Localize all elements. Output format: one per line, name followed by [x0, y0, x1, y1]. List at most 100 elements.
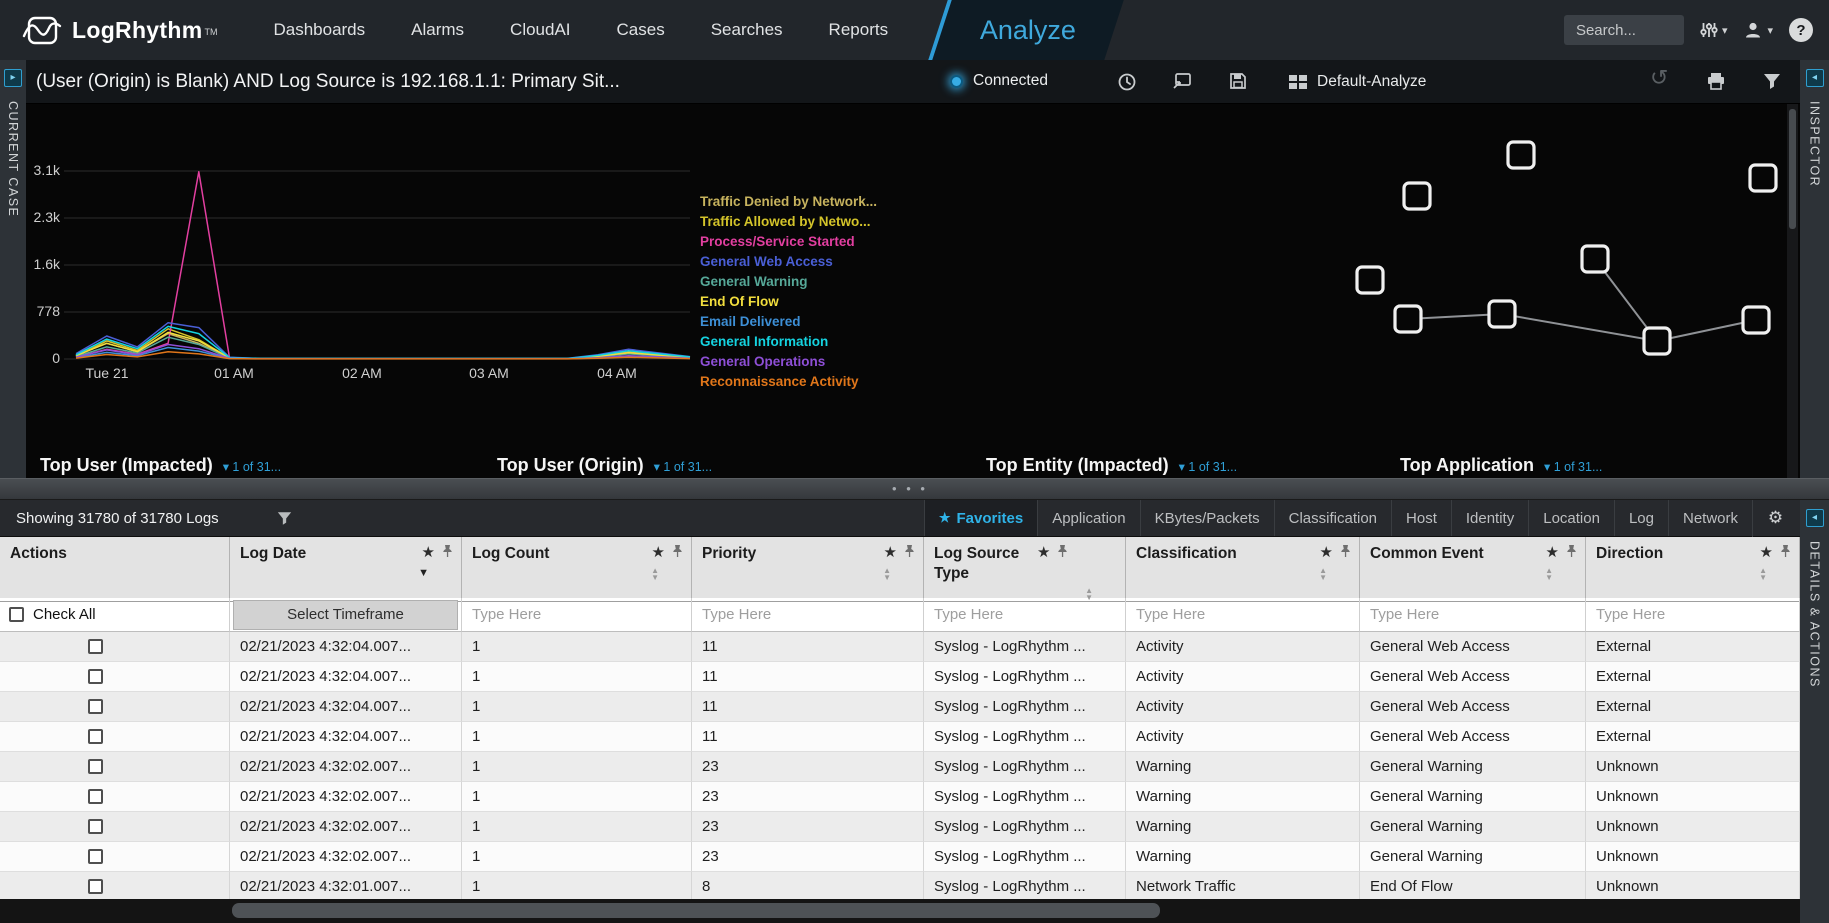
- log-table-row[interactable]: 02/21/2023 4:32:02.007...123Syslog - Log…: [0, 752, 1800, 782]
- favorite-column-icon[interactable]: ★: [1546, 545, 1559, 560]
- row-checkbox[interactable]: [88, 879, 103, 894]
- pin-column-icon[interactable]: [1780, 544, 1791, 558]
- row-checkbox[interactable]: [88, 729, 103, 744]
- log-table-row[interactable]: 02/21/2023 4:32:01.007...18Syslog - LogR…: [0, 872, 1800, 902]
- favorite-column-icon[interactable]: ★: [1320, 545, 1333, 560]
- log-table-row[interactable]: 02/21/2023 4:32:04.007...111Syslog - Log…: [0, 632, 1800, 662]
- nav-item-alarms[interactable]: Alarms: [411, 20, 464, 40]
- filter-log-source-type-input[interactable]: [927, 602, 1122, 628]
- expand-inspector-button[interactable]: ◂: [1806, 69, 1824, 87]
- favorite-column-icon[interactable]: ★: [1760, 545, 1773, 560]
- log-tab-network[interactable]: Network: [1668, 500, 1752, 536]
- legend-item-general-web-access[interactable]: General Web Access: [700, 252, 940, 272]
- row-checkbox[interactable]: [88, 819, 103, 834]
- log-table-row[interactable]: 02/21/2023 4:32:04.007...111Syslog - Log…: [0, 722, 1800, 752]
- row-checkbox[interactable]: [88, 699, 103, 714]
- row-checkbox[interactable]: [88, 639, 103, 654]
- global-search-input[interactable]: [1564, 15, 1684, 45]
- column-header-log-count[interactable]: Log Count★▲▼: [462, 537, 692, 602]
- column-header-direction[interactable]: Direction★▲▼: [1586, 537, 1800, 602]
- log-tab-kbytes-packets[interactable]: KBytes/Packets: [1140, 500, 1274, 536]
- column-header-common-event[interactable]: Common Event★▲▼: [1360, 537, 1586, 602]
- column-header-classification[interactable]: Classification★▲▼: [1126, 537, 1360, 602]
- legend-item-general-operations[interactable]: General Operations: [700, 352, 940, 372]
- display-options-button[interactable]: ▾: [1700, 21, 1728, 39]
- graph-node[interactable]: [1404, 183, 1430, 209]
- row-checkbox[interactable]: [88, 759, 103, 774]
- column-header-priority[interactable]: Priority★▲▼: [692, 537, 924, 602]
- legend-item-end-of-flow[interactable]: End Of Flow: [700, 292, 940, 312]
- graph-node[interactable]: [1644, 328, 1670, 354]
- details-actions-panel-tab[interactable]: ◂ DETAILS & ACTIONS: [1800, 500, 1829, 923]
- splitter-handle[interactable]: • • •: [878, 481, 942, 496]
- panel-meta[interactable]: ▾ 1 of 31...: [1179, 460, 1237, 474]
- check-all-checkbox[interactable]: [9, 607, 24, 622]
- legend-item-general-information[interactable]: General Information: [700, 332, 940, 352]
- nav-item-cloudai[interactable]: CloudAI: [510, 20, 570, 40]
- filter-direction-input[interactable]: [1589, 602, 1796, 628]
- pin-view-button[interactable]: [1172, 72, 1192, 95]
- row-checkbox[interactable]: [88, 849, 103, 864]
- filter-classification-input[interactable]: [1129, 602, 1356, 628]
- panel-meta[interactable]: ▾ 1 of 31...: [654, 460, 712, 474]
- expand-details-actions-button[interactable]: ◂: [1806, 509, 1824, 527]
- nav-item-cases[interactable]: Cases: [617, 20, 665, 40]
- save-view-button[interactable]: [1229, 72, 1247, 95]
- pin-column-icon[interactable]: [904, 544, 915, 558]
- panel-splitter[interactable]: • • •: [0, 478, 1829, 500]
- undo-button[interactable]: ↺: [1650, 67, 1668, 89]
- graph-node[interactable]: [1357, 267, 1383, 293]
- log-tab-classification[interactable]: Classification: [1274, 500, 1391, 536]
- panel-meta[interactable]: ▾ 1 of 31...: [1544, 460, 1602, 474]
- logrhythm-logo[interactable]: LogRhythm TM: [22, 13, 217, 47]
- legend-item-email-delivered[interactable]: Email Delivered: [700, 312, 940, 332]
- sort-toggle-icon[interactable]: ▲▼: [883, 567, 891, 581]
- pin-column-icon[interactable]: [1057, 544, 1068, 558]
- table-settings-button[interactable]: ⚙: [1752, 500, 1798, 537]
- panel-meta[interactable]: ▾ 1 of 31...: [223, 460, 281, 474]
- log-tab-host[interactable]: Host: [1391, 500, 1451, 536]
- scrollbar-thumb[interactable]: [1789, 109, 1796, 229]
- layout-selector[interactable]: Default-Analyze: [1288, 73, 1426, 91]
- log-table-row[interactable]: 02/21/2023 4:32:04.007...111Syslog - Log…: [0, 692, 1800, 722]
- filter-button[interactable]: [1763, 73, 1781, 95]
- print-button[interactable]: [1706, 72, 1726, 95]
- scrollbar-thumb[interactable]: [232, 903, 1160, 918]
- sort-toggle-icon[interactable]: ▲▼: [651, 567, 659, 581]
- log-tab-identity[interactable]: Identity: [1451, 500, 1528, 536]
- graph-node[interactable]: [1489, 301, 1515, 327]
- log-tab-location[interactable]: Location: [1528, 500, 1614, 536]
- user-menu-button[interactable]: ▾: [1743, 20, 1773, 40]
- select-timeframe-button[interactable]: Select Timeframe: [233, 600, 458, 630]
- log-table-row[interactable]: 02/21/2023 4:32:04.007...111Syslog - Log…: [0, 662, 1800, 692]
- sort-descending-icon[interactable]: ▼: [418, 567, 429, 579]
- pin-column-icon[interactable]: [1340, 544, 1351, 558]
- legend-item-traffic-denied-by-network[interactable]: Traffic Denied by Network...: [700, 192, 940, 212]
- row-checkbox[interactable]: [88, 669, 103, 684]
- log-tab-log[interactable]: Log: [1614, 500, 1668, 536]
- log-tab-application[interactable]: Application: [1037, 500, 1139, 536]
- graph-node[interactable]: [1750, 165, 1776, 191]
- favorite-column-icon[interactable]: ★: [422, 545, 435, 560]
- graph-node[interactable]: [1582, 246, 1608, 272]
- graph-node[interactable]: [1508, 142, 1534, 168]
- nav-item-searches[interactable]: Searches: [711, 20, 783, 40]
- filter-common-event-input[interactable]: [1363, 602, 1582, 628]
- logs-filter-button[interactable]: [277, 511, 292, 526]
- nav-item-reports[interactable]: Reports: [829, 20, 889, 40]
- nav-item-analyze-active[interactable]: Analyze: [928, 0, 1124, 60]
- log-tab-favorites[interactable]: ★Favorites: [924, 500, 1037, 536]
- column-header-actions[interactable]: Actions: [0, 537, 230, 602]
- legend-item-process-service-started[interactable]: Process/Service Started: [700, 232, 940, 252]
- expand-current-case-button[interactable]: ▸: [4, 69, 22, 87]
- help-button[interactable]: ?: [1789, 18, 1813, 42]
- graph-node[interactable]: [1395, 306, 1421, 332]
- legend-item-traffic-allowed-by-netwo[interactable]: Traffic Allowed by Netwo...: [700, 212, 940, 232]
- favorite-column-icon[interactable]: ★: [884, 545, 897, 560]
- filter-priority-input[interactable]: [695, 602, 920, 628]
- filter-log-count-input[interactable]: [465, 602, 688, 628]
- legend-item-general-warning[interactable]: General Warning: [700, 272, 940, 292]
- sort-toggle-icon[interactable]: ▲▼: [1319, 567, 1327, 581]
- favorite-column-icon[interactable]: ★: [1037, 545, 1050, 560]
- time-range-button[interactable]: [1117, 72, 1137, 97]
